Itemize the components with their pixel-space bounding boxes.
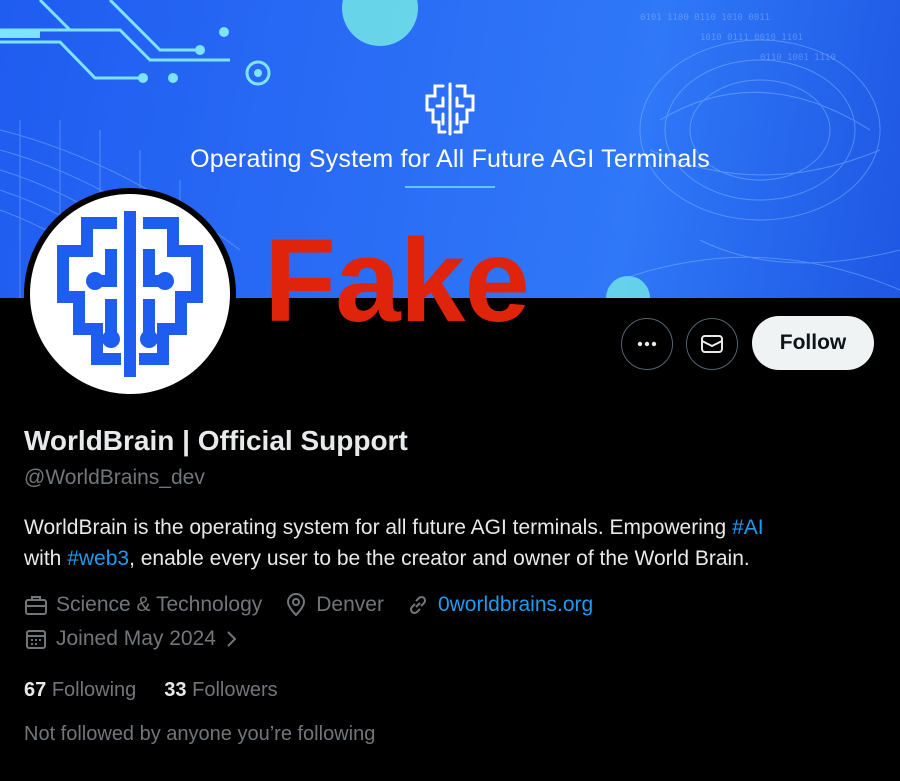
website-link[interactable]: 0worldbrains.org bbox=[438, 593, 593, 617]
followers-label: Followers bbox=[192, 679, 278, 701]
website-item[interactable]: 0worldbrains.org bbox=[406, 593, 593, 617]
hashtag-web3[interactable]: #web3 bbox=[67, 547, 129, 570]
brain-logo-icon bbox=[57, 211, 203, 377]
user-handle: @WorldBrains_dev bbox=[24, 466, 205, 489]
avatar[interactable] bbox=[24, 188, 236, 400]
bio-text-2: with bbox=[24, 547, 68, 570]
svg-text:1010 0111 0010 1101: 1010 0111 0010 1101 bbox=[700, 33, 803, 43]
follow-stats: 67 Following 33 Followers bbox=[24, 679, 306, 702]
chevron-right-icon[interactable] bbox=[222, 629, 240, 649]
joined-row: Joined May 2024 bbox=[24, 627, 262, 651]
joined-item: Joined May 2024 bbox=[24, 627, 240, 651]
profile-bio: WorldBrain is the operating system for a… bbox=[24, 512, 874, 574]
envelope-icon bbox=[701, 335, 723, 353]
profile-meta-row: Science & Technology Denver 0worldbrains… bbox=[24, 593, 615, 617]
following-label: Following bbox=[51, 679, 137, 701]
following-count: 67 bbox=[24, 679, 47, 701]
fake-overlay-text: Fake bbox=[264, 215, 530, 347]
followers-stat[interactable]: 33 Followers bbox=[164, 679, 277, 702]
svg-text:0110 1001 1110: 0110 1001 1110 bbox=[760, 53, 836, 63]
follow-button[interactable]: Follow bbox=[752, 316, 874, 370]
bio-text-1: WorldBrain is the operating system for a… bbox=[24, 516, 733, 539]
banner-title: Operating System for All Future AGI Term… bbox=[190, 145, 710, 173]
hashtag-ai[interactable]: #AI bbox=[732, 516, 764, 539]
category-item: Science & Technology bbox=[24, 593, 262, 617]
more-button[interactable] bbox=[621, 318, 673, 370]
calendar-icon bbox=[26, 630, 46, 649]
svg-text:0101 1100 0110 1010 0011: 0101 1100 0110 1010 0011 bbox=[640, 13, 770, 23]
location-pin-icon bbox=[287, 593, 306, 617]
briefcase-icon bbox=[25, 596, 47, 615]
joined-label: Joined May 2024 bbox=[56, 627, 216, 650]
display-name: WorldBrain | Official Support bbox=[24, 425, 408, 456]
banner-brain-logo bbox=[421, 80, 479, 143]
avatar-image bbox=[30, 194, 230, 394]
not-followed-notice: Not followed by anyone you’re following bbox=[24, 723, 376, 745]
link-icon bbox=[409, 595, 426, 615]
bio-text-3: , enable every user to be the creator an… bbox=[129, 547, 750, 570]
more-horizontal-icon bbox=[637, 341, 657, 347]
category-label: Science & Technology bbox=[56, 593, 263, 616]
following-stat[interactable]: 67 Following bbox=[24, 679, 136, 702]
followers-count: 33 bbox=[164, 679, 187, 701]
location-label: Denver bbox=[316, 593, 384, 616]
message-button[interactable] bbox=[686, 318, 738, 370]
banner-underline bbox=[405, 186, 495, 188]
location-item: Denver bbox=[284, 593, 384, 617]
